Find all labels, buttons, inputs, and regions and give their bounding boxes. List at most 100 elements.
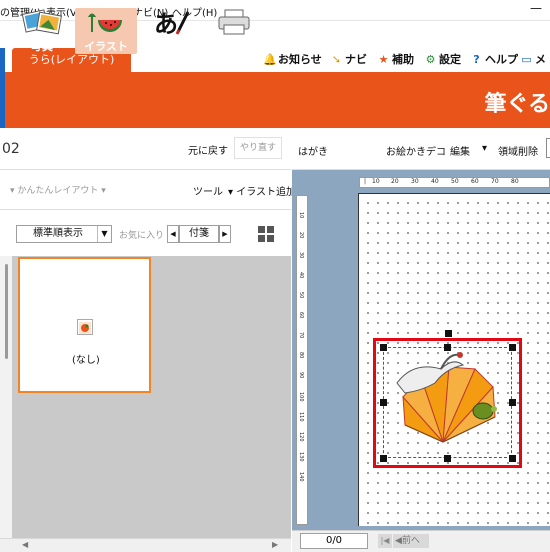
memo-label: メ: [535, 53, 546, 66]
edit-caret-icon[interactable]: ▾: [482, 143, 487, 154]
photo-label: 写真: [31, 40, 53, 53]
ruler-label: 50: [298, 292, 304, 299]
document-title: 02: [2, 141, 20, 157]
ruler-label: 30: [298, 252, 304, 259]
resize-handle-top-right[interactable]: [509, 344, 516, 351]
left-toolbar: ▾ かんたんレイアウト ▾ ツール ▾ イラスト追加: [0, 170, 296, 210]
left-scroll-thumb[interactable]: [5, 264, 8, 359]
left-header: 02 元に戻す やり直す: [0, 128, 291, 170]
tag-select-value: 付箋: [189, 228, 209, 239]
ruler-label: 60: [298, 312, 304, 319]
ruler-label: 70: [491, 178, 499, 185]
easy-layout-label: かんたんレイアウト: [17, 186, 99, 196]
gear-icon: ⚙: [425, 53, 436, 66]
print-label: 印刷: [223, 40, 245, 53]
first-page-icon[interactable]: |◀: [378, 534, 392, 548]
news-label: お知らせ: [278, 53, 322, 66]
redo-button[interactable]: やり直す: [234, 137, 282, 159]
resize-handle-left[interactable]: [380, 399, 387, 406]
assist-link[interactable]: ★ 補助: [377, 51, 414, 67]
add-illust-label: イラスト追加: [236, 187, 297, 198]
resize-handle-bottom-right[interactable]: [509, 455, 516, 462]
ruler-label: 80: [511, 178, 519, 185]
ruler-label: 80: [298, 352, 304, 359]
photo-icon: [20, 8, 64, 36]
resize-handle-bottom-left[interactable]: [380, 455, 387, 462]
triangle-left-icon: ◀: [170, 230, 176, 238]
ruler-label: 110: [298, 412, 304, 422]
tag-prev-button[interactable]: ◀: [167, 225, 179, 243]
filter-bar: 標準順表示 ▼ お気に入り ◀ 付箋 ▶: [0, 210, 291, 256]
news-link[interactable]: 🔔お知らせ: [263, 51, 322, 67]
sort-select[interactable]: 標準順表示 ▼: [16, 225, 112, 243]
photo-button[interactable]: 写真: [11, 8, 73, 54]
brand-logo: 筆ぐる: [484, 92, 550, 117]
card-type-label: はがき: [298, 147, 328, 158]
help-link[interactable]: ? ヘルプ: [470, 51, 518, 67]
star-icon: ★: [378, 53, 389, 66]
settings-link[interactable]: ⚙ 設定: [424, 51, 461, 67]
print-button[interactable]: 印刷: [203, 8, 265, 54]
toolbar-overflow[interactable]: [546, 138, 550, 158]
side-tab-strip: [0, 48, 5, 72]
navi-link[interactable]: ➘ ナビ: [330, 51, 367, 67]
navi-arrow-icon: ➘: [331, 53, 342, 66]
brush-text-icon: あ: [148, 8, 192, 36]
rotate-handle[interactable]: [445, 330, 452, 337]
help-label: ヘルプ: [485, 53, 518, 66]
triangle-left-icon: ◀: [395, 536, 402, 546]
ruler-vertical: 10 20 30 40 50 60 70 80 90 100 110 120 1…: [296, 195, 308, 525]
ruler-tick: |: [364, 178, 367, 185]
svg-text:あ: あ: [154, 9, 178, 36]
watermelon-icon: [84, 8, 128, 36]
tool-menu[interactable]: ツール: [193, 183, 223, 198]
triangle-right-icon: ▶: [222, 230, 228, 238]
memo-link[interactable]: ▭ メ: [520, 51, 546, 67]
resize-handle-bottom[interactable]: [444, 455, 451, 462]
sort-select-value: 標準順表示: [33, 228, 83, 239]
ruler-label: 30: [411, 178, 419, 185]
add-illust-menu[interactable]: ▾ イラスト追加: [228, 183, 296, 198]
ruler-label: 140: [298, 472, 304, 482]
ruler-label: 10: [372, 178, 380, 185]
scroll-left-icon[interactable]: ◀: [22, 540, 28, 549]
resize-handle-top-left[interactable]: [380, 344, 387, 351]
grid-view-icon[interactable]: [258, 226, 275, 243]
navi-label: ナビ: [345, 53, 367, 66]
settings-label: 設定: [439, 53, 461, 66]
illust-label: イラスト: [84, 40, 128, 53]
ruler-label: 70: [298, 332, 304, 339]
illust-button[interactable]: イラスト: [75, 8, 137, 54]
ruler-label: 40: [431, 178, 439, 185]
resize-handle-right[interactable]: [509, 399, 516, 406]
text-label: 文字: [159, 40, 181, 53]
ruler-label: 100: [298, 392, 304, 402]
ruler-label: 60: [471, 178, 479, 185]
edit-menu[interactable]: 編集: [450, 143, 470, 158]
thumbnail-none[interactable]: (なし): [18, 257, 151, 393]
favorites-filter[interactable]: お気に入り: [119, 228, 164, 241]
bell-icon: 🔔: [263, 53, 277, 66]
tag-select[interactable]: 付箋: [179, 225, 219, 243]
ribbon-side-strip: [0, 72, 5, 128]
ruler-label: 10: [298, 212, 304, 219]
delete-area-button[interactable]: 領域削除: [498, 143, 538, 158]
deco-menu[interactable]: お絵かきデコ: [386, 143, 446, 158]
ruler-horizontal: | 10 20 30 40 50 60 70 80: [359, 177, 550, 188]
selection-bounding-box[interactable]: [383, 347, 512, 458]
text-button[interactable]: あ 文字: [139, 8, 201, 54]
caret-down-icon: ▾: [228, 187, 237, 198]
left-horizontal-scrollbar[interactable]: ◀ ▶: [0, 538, 291, 552]
resize-handle-top[interactable]: [444, 344, 451, 351]
minimize-button[interactable]: —: [530, 1, 542, 15]
prev-page-button[interactable]: ◀前へ: [393, 534, 429, 548]
dropdown-arrow-icon: ▼: [97, 226, 111, 242]
caret-down-icon: ▾: [98, 186, 106, 196]
memo-icon: ▭: [521, 53, 532, 66]
undo-button[interactable]: 元に戻す: [188, 142, 228, 157]
scroll-right-icon[interactable]: ▶: [272, 540, 278, 549]
tag-next-button[interactable]: ▶: [219, 225, 231, 243]
easy-layout-dropdown[interactable]: ▾ かんたんレイアウト ▾: [10, 183, 106, 196]
right-header: はがき お絵かきデコ 編集 ▾ 領域削除: [292, 128, 550, 170]
ruler-label: 90: [298, 372, 304, 379]
